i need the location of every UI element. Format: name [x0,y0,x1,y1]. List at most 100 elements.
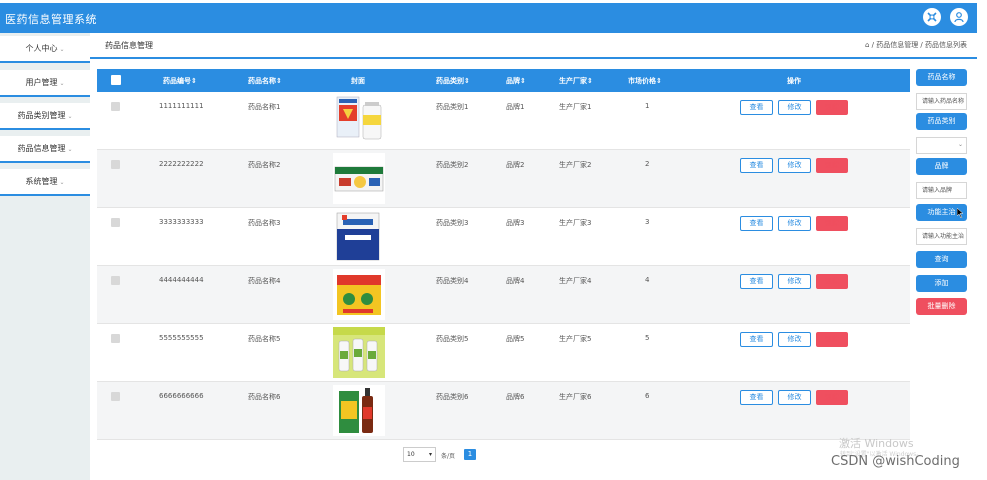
row-checkbox[interactable] [111,102,120,111]
mouse-cursor-icon [957,208,964,218]
drug-price: 3 [645,218,650,226]
chevron-down-icon: ▾ [428,451,432,458]
sidebar-item-system-management[interactable]: 系统管理 ⌄ [0,169,90,196]
view-button[interactable]: 查看 [740,100,773,115]
drug-price: 4 [645,276,650,284]
drug-category-select[interactable]: ⌄ [916,137,967,154]
drug-price: 5 [645,334,650,342]
table-row: 2222222222 药品名称2 药品类别2 品牌2 生产厂家2 2 查看 修改… [97,150,910,208]
page-number-current[interactable]: 1 [464,449,476,460]
delete-button[interactable]: 删除 [816,332,848,347]
per-page-label: 条/页 [441,453,456,460]
brand-input[interactable]: 请输入品牌 [916,182,967,199]
add-button[interactable]: 添加 [916,275,967,292]
view-button[interactable]: 查看 [740,274,773,289]
drug-manufacturer: 生产厂家5 [559,335,592,343]
drug-cover-image [336,96,382,140]
drug-name: 药品名称2 [248,161,281,169]
drug-name-input[interactable]: 请输入药品名称 [916,93,967,110]
drug-category: 药品类别6 [436,393,469,401]
sidebar-item-personal-center[interactable]: 个人中心 ⌄ [0,36,90,63]
drug-manufacturer: 生产厂家1 [559,103,592,111]
row-checkbox[interactable] [111,276,120,285]
chevron-down-icon: ⌄ [59,46,65,53]
row-checkbox[interactable] [111,334,120,343]
drug-name-label: 药品名称 [916,69,967,86]
chevron-down-icon: ⌄ [59,179,65,186]
sidebar: 个人中心 ⌄ 用户管理 ⌄ 药品类别管理 ⌄ 药品信息管理 ⌄ 系统管理 ⌄ [0,33,90,480]
drug-category: 药品类别5 [436,335,469,343]
col-drug-code[interactable]: 药品编号⇕ [163,76,197,86]
row-checkbox[interactable] [111,218,120,227]
sidebar-item-category-management[interactable]: 药品类别管理 ⌄ [0,103,90,130]
drug-brand: 品牌4 [506,277,525,285]
drug-category: 药品类别4 [436,277,469,285]
edit-button[interactable]: 修改 [778,332,811,347]
row-checkbox[interactable] [111,160,120,169]
drug-code: 5555555555 [159,334,204,342]
drug-brand: 品牌2 [506,161,525,169]
drug-name: 药品名称4 [248,277,281,285]
drug-category: 药品类别2 [436,161,469,169]
table-header: 药品编号⇕ 药品名称⇕ 封面 药品类别⇕ 品牌⇕ 生产厂家⇕ 市场价格⇕ 操作 [97,69,910,92]
chevron-down-icon: ⌄ [67,113,73,120]
drug-brand: 品牌6 [506,393,525,401]
drug-brand: 品牌3 [506,219,525,227]
edit-button[interactable]: 修改 [778,100,811,115]
col-cover: 封面 [351,77,365,85]
edit-button[interactable]: 修改 [778,216,811,231]
chevron-down-icon: ⌄ [59,80,65,87]
drug-category: 药品类别1 [436,103,469,111]
col-manufacturer[interactable]: 生产厂家⇕ [559,76,593,86]
chevron-down-icon: ⌄ [67,146,73,153]
drug-name: 药品名称1 [248,103,281,111]
row-checkbox[interactable] [111,392,120,401]
function-input[interactable]: 请输入功能主治 [916,228,967,245]
drug-table: 药品编号⇕ 药品名称⇕ 封面 药品类别⇕ 品牌⇕ 生产厂家⇕ 市场价格⇕ 操作 … [97,69,910,440]
app-title: 医药信息管理系统 [5,13,97,26]
drug-category: 药品类别3 [436,219,469,227]
view-button[interactable]: 查看 [740,390,773,405]
batch-delete-button[interactable]: 批量删除 [916,298,967,315]
view-button[interactable]: 查看 [740,158,773,173]
delete-button[interactable]: 删除 [816,158,848,173]
col-drug-name[interactable]: 药品名称⇕ [248,76,282,86]
sidebar-item-drug-info-management[interactable]: 药品信息管理 ⌄ [0,136,90,163]
delete-button[interactable]: 删除 [816,216,848,231]
table-row: 4444444444 药品名称4 药品类别4 品牌4 生产厂家4 4 查看 修改… [97,266,910,324]
drug-name: 药品名称5 [248,335,281,343]
csdn-watermark: CSDN @wishCoding [831,454,960,469]
drug-manufacturer: 生产厂家4 [559,277,592,285]
drug-code: 3333333333 [159,218,204,226]
breadcrumb[interactable]: ⌂ / 药品信息管理 / 药品信息列表 [865,40,967,50]
user-avatar-icon[interactable] [950,8,968,26]
theme-switch-icon[interactable] [923,8,941,26]
brand-label: 品牌 [916,158,967,175]
drug-code: 2222222222 [159,160,204,168]
sidebar-item-user-management[interactable]: 用户管理 ⌄ [0,70,90,97]
window-edge [977,0,987,480]
delete-button[interactable]: 删除 [816,390,848,405]
edit-button[interactable]: 修改 [778,274,811,289]
col-brand[interactable]: 品牌⇕ [506,76,526,86]
drug-code: 4444444444 [159,276,204,284]
col-category[interactable]: 药品类别⇕ [436,76,470,86]
drug-price: 2 [645,160,650,168]
view-button[interactable]: 查看 [740,332,773,347]
col-price[interactable]: 市场价格⇕ [628,76,662,86]
drug-cover-image [333,211,385,262]
edit-button[interactable]: 修改 [778,158,811,173]
select-all-checkbox[interactable] [111,75,121,85]
page-size-select[interactable]: 10 ▾ [403,447,436,462]
chevron-down-icon: ⌄ [957,141,963,148]
delete-button[interactable]: 删除 [816,274,848,289]
search-button[interactable]: 查询 [916,251,967,268]
drug-manufacturer: 生产厂家3 [559,219,592,227]
drug-manufacturer: 生产厂家2 [559,161,592,169]
drug-manufacturer: 生产厂家6 [559,393,592,401]
view-button[interactable]: 查看 [740,216,773,231]
drug-code: 1111111111 [159,102,204,110]
delete-button[interactable]: 删除 [816,100,848,115]
drug-price: 1 [645,102,650,110]
edit-button[interactable]: 修改 [778,390,811,405]
